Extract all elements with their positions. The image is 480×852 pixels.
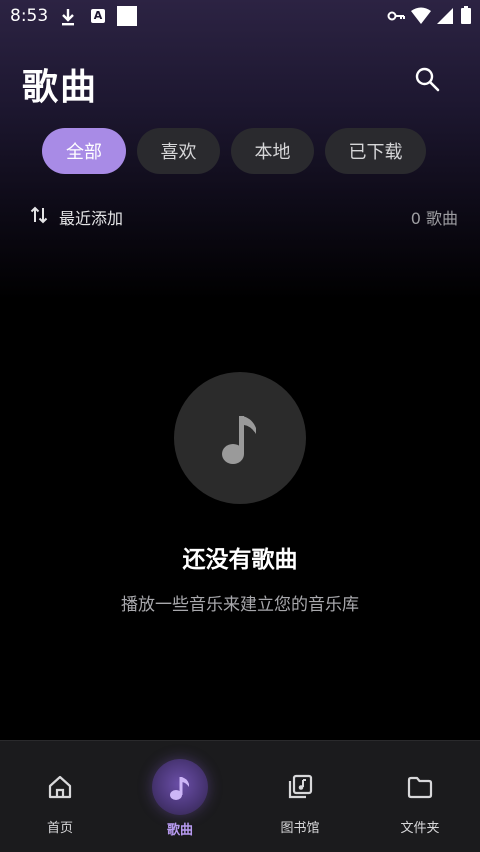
empty-state-illustration: [174, 372, 306, 504]
chip-label: 本地: [254, 142, 291, 163]
nav-item-home[interactable]: 首页: [0, 741, 120, 852]
folder-icon: [407, 776, 433, 799]
vpn-key-icon: [387, 11, 405, 21]
empty-state-subtitle: 播放一些音乐来建立您的音乐库: [121, 595, 359, 615]
home-icon: [48, 775, 72, 799]
sort-label: 最近添加: [59, 209, 124, 228]
chip-label: 喜欢: [160, 142, 197, 163]
nav-label: 首页: [46, 821, 73, 836]
sort-row: 最近添加 0 歌曲: [30, 203, 460, 229]
search-icon: [415, 67, 440, 92]
chip-local[interactable]: 本地: [231, 128, 314, 174]
square-icon: [117, 6, 137, 26]
search-button[interactable]: [410, 62, 444, 96]
status-bar: 8:53 A: [0, 0, 480, 34]
music-note-icon: [170, 777, 189, 800]
nav-label: 图书馆: [280, 821, 320, 836]
empty-state-title: 还没有歌曲: [182, 547, 298, 573]
sort-button[interactable]: 最近添加: [30, 203, 140, 229]
battery-icon: [461, 6, 471, 24]
page-title: 歌曲: [22, 67, 99, 108]
library-icon: [288, 774, 313, 799]
song-count: 0 歌曲: [410, 209, 458, 228]
status-time: 8:53: [10, 6, 49, 26]
music-note-icon: [222, 416, 256, 464]
filter-chips: 全部 喜欢 本地 已下载: [42, 128, 426, 174]
nav-label: 文件夹: [400, 821, 440, 836]
chip-label: 全部: [66, 142, 102, 163]
download-icon: [62, 9, 74, 26]
nav-label: 歌曲: [166, 823, 193, 838]
bottom-navigation: 首页 歌曲 图书馆 文件夹: [0, 740, 480, 852]
chip-downloaded[interactable]: 已下载: [325, 128, 426, 174]
nav-item-folders[interactable]: 文件夹: [360, 741, 480, 852]
signal-icon: [437, 8, 453, 24]
a-badge-icon: A: [91, 9, 105, 23]
sort-arrows-icon: [30, 206, 48, 224]
chip-all[interactable]: 全部: [42, 128, 126, 174]
chip-label: 已下载: [348, 142, 403, 163]
nav-item-library[interactable]: 图书馆: [240, 741, 360, 852]
wifi-icon: [411, 7, 431, 24]
chip-favorites[interactable]: 喜欢: [137, 128, 220, 174]
nav-item-songs[interactable]: 歌曲: [120, 741, 240, 852]
